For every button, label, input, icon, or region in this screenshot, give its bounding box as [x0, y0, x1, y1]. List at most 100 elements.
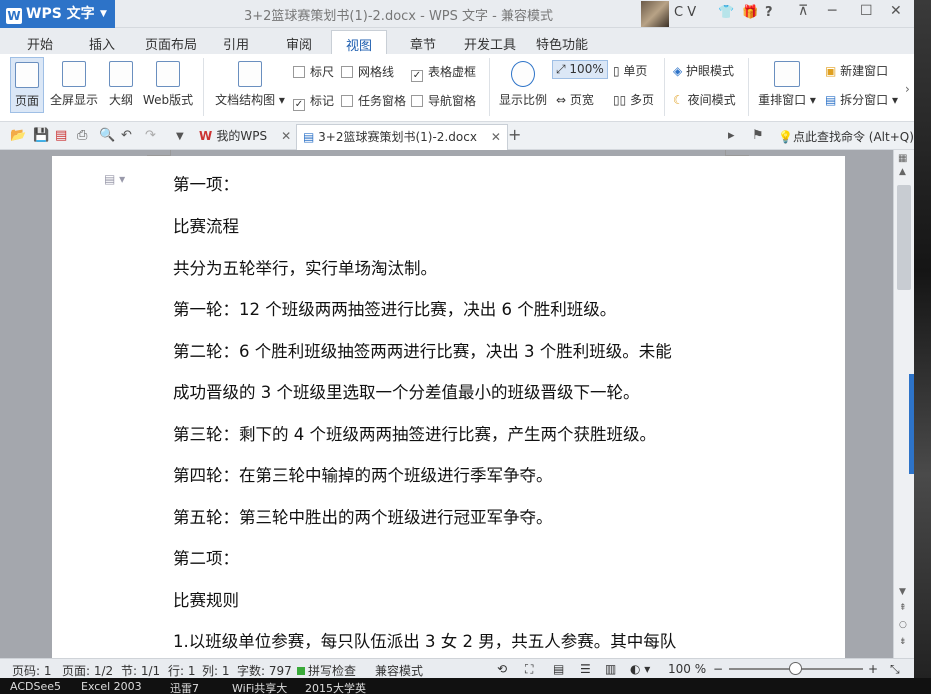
shirt-icon[interactable]: 👕: [718, 5, 734, 20]
close-tab-icon[interactable]: ✕: [281, 129, 291, 143]
tab-chapter[interactable]: 章节: [410, 34, 436, 53]
browse-object-icon[interactable]: ○: [899, 620, 907, 630]
help-icon[interactable]: ?: [765, 5, 773, 20]
status-page[interactable]: 页面: 1/2: [62, 662, 113, 679]
new-tab-icon[interactable]: +: [508, 125, 521, 144]
title-bar: W WPS 文字 ▼ 3+2篮球赛策划书(1)-2.docx - WPS 文字 - …: [0, 0, 914, 28]
doc-structure-button[interactable]: 文档结构图 ▾: [212, 57, 288, 113]
pin-icon[interactable]: ⚑: [752, 128, 764, 143]
document-page[interactable]: ▤ ▾ 第一项： 比赛流程 共分为五轮举行，实行单场淘汰制。 第一轮：12 个班…: [52, 150, 845, 658]
taskbar-item[interactable]: 迅雷7: [170, 680, 199, 694]
user-name[interactable]: C V: [674, 5, 696, 20]
fullscreen-small-icon[interactable]: ⛶: [525, 662, 533, 677]
eye-mode-button[interactable]: ◈ 护眼模式: [673, 62, 734, 79]
document-area: ▤ ▾ 第一项： 比赛流程 共分为五轮举行，实行单场淘汰制。 第一轮：12 个班…: [0, 150, 893, 658]
zoom-100-button[interactable]: ⤢ 100%: [552, 60, 608, 79]
page-view-button[interactable]: 页面: [10, 57, 44, 113]
zoom-slider-thumb[interactable]: [789, 662, 802, 675]
minimize-icon[interactable]: ─: [828, 3, 836, 19]
outline-small-icon[interactable]: ☰: [580, 662, 591, 676]
page-width-icon: ⇔: [556, 93, 570, 107]
chevron-down-icon: ▼: [100, 9, 107, 19]
web-view-small-icon[interactable]: ◐ ▾: [630, 662, 650, 676]
paragraph-menu-icon[interactable]: ▤ ▾: [104, 172, 125, 186]
avatar[interactable]: [641, 1, 669, 27]
status-page-no: 页码: 1: [12, 664, 52, 678]
paragraph: 第二项：: [173, 549, 239, 568]
tab-insert[interactable]: 插入: [89, 34, 115, 53]
zoom-out-icon[interactable]: −: [713, 662, 723, 676]
web-view-button[interactable]: Web版式: [140, 57, 196, 113]
page-width-button[interactable]: ⇔ 页宽: [556, 91, 594, 108]
arrange-windows-button[interactable]: 重排窗口 ▾: [756, 57, 818, 113]
table-gridlines-checkbox[interactable]: ✓ 表格虚框: [411, 63, 476, 82]
fullscreen-button[interactable]: 全屏显示: [48, 57, 100, 113]
scrollbar-thumb[interactable]: [897, 185, 911, 290]
tab-my-wps[interactable]: W 我的WPS ✕: [193, 124, 297, 150]
paragraph: 第五轮：第三轮中胜出的两个班级进行冠亚军争夺。: [173, 508, 553, 527]
nav-pane-checkbox[interactable]: 导航窗格: [411, 92, 476, 109]
read-mode-icon[interactable]: ▥: [605, 662, 616, 676]
one-page-button[interactable]: ▯ 单页: [613, 62, 647, 79]
print-icon[interactable]: ⎙: [77, 128, 87, 143]
undo-icon[interactable]: ↶: [121, 128, 132, 143]
spell-check-toggle[interactable]: 拼写检查: [297, 662, 356, 679]
scroll-down-icon[interactable]: ▼: [899, 587, 906, 597]
zoom-in-icon[interactable]: +: [868, 662, 878, 676]
marks-checkbox[interactable]: ✓ 标记: [293, 92, 334, 111]
ribbon-scroll-right-icon[interactable]: ›: [905, 82, 910, 96]
night-mode-button[interactable]: ☾ 夜间模式: [673, 91, 736, 108]
tab-developer[interactable]: 开发工具: [464, 34, 516, 53]
status-word-count[interactable]: 字数: 797: [237, 662, 292, 679]
prev-page-icon[interactable]: ⇞: [899, 603, 907, 613]
tab-special[interactable]: 特色功能: [536, 34, 588, 53]
taskbar-item[interactable]: 2015大学英: [305, 680, 366, 694]
qat-dropdown-icon[interactable]: ▼: [176, 131, 184, 142]
gift-icon[interactable]: 🎁: [742, 5, 758, 20]
ruler-toggle-icon[interactable]: ▦: [898, 153, 907, 164]
status-bar: 页码: 1 页面: 1/2 节: 1/1 行: 1 列: 1 字数: 797 拼…: [0, 658, 914, 678]
split-window-icon: ▤: [825, 93, 841, 107]
save-icon[interactable]: 💾: [33, 128, 49, 143]
task-pane-checkbox[interactable]: 任务窗格: [341, 92, 406, 109]
gridlines-checkbox[interactable]: 网格线: [341, 63, 394, 80]
page-view-small-icon[interactable]: ▤: [553, 662, 564, 676]
paragraph: 成功晋级的 3 个班级里选取一个分差值最小的班级晋级下一轮。: [173, 383, 640, 402]
tab-review[interactable]: 审阅: [286, 34, 312, 53]
split-window-button[interactable]: ▤ 拆分窗口 ▾: [825, 91, 898, 108]
restore-ribbon-icon[interactable]: ⊼: [798, 3, 808, 19]
checkbox-ruler: [293, 66, 305, 78]
command-search[interactable]: 💡点此查找命令 (Alt+Q): [778, 128, 914, 145]
tab-page-layout[interactable]: 页面布局: [145, 34, 197, 53]
taskbar-item[interactable]: Excel 2003: [81, 680, 142, 693]
tab-view[interactable]: 视图: [331, 30, 388, 55]
outline-button[interactable]: 大纲: [104, 57, 138, 113]
ribbon-tabs: 开始 插入 页面布局 引用 审阅 视图 章节 开发工具 特色功能: [0, 28, 914, 55]
close-icon[interactable]: ✕: [890, 3, 902, 19]
next-page-icon[interactable]: ⇟: [899, 637, 907, 647]
taskbar-item[interactable]: ACDSee5: [10, 680, 61, 693]
tab-home[interactable]: 开始: [27, 34, 53, 53]
tab-references[interactable]: 引用: [223, 34, 249, 53]
taskbar-item[interactable]: WiFi共享大: [232, 680, 287, 694]
ruler-checkbox[interactable]: 标尺: [293, 63, 334, 80]
share-icon[interactable]: ▸: [728, 128, 735, 143]
open-folder-icon[interactable]: 📂: [10, 128, 26, 143]
maximize-icon[interactable]: ☐: [860, 3, 873, 19]
zoom-percent[interactable]: 100 %: [668, 662, 706, 676]
tab-document[interactable]: ▤ 3+2篮球赛策划书(1)-2.docx ✕: [296, 124, 508, 150]
close-tab-icon[interactable]: ✕: [491, 130, 501, 144]
web-page-icon: [156, 61, 180, 87]
new-window-button[interactable]: ▣ 新建窗口: [825, 62, 888, 79]
expand-status-icon[interactable]: ⤡: [890, 662, 900, 677]
zoom-button[interactable]: 显示比例: [496, 57, 550, 113]
wps-app-button[interactable]: W WPS 文字 ▼: [0, 0, 115, 28]
revision-icon[interactable]: ⟲: [497, 662, 507, 676]
scroll-up-icon[interactable]: ▲: [899, 167, 906, 177]
checkbox-task-pane: [341, 95, 353, 107]
redo-icon[interactable]: ↷: [145, 128, 156, 143]
multi-page-button[interactable]: ▯▯ 多页: [613, 91, 654, 108]
export-pdf-icon[interactable]: ▤: [55, 128, 67, 143]
print-preview-icon[interactable]: 🔍: [99, 128, 115, 143]
window-title: 3+2篮球赛策划书(1)-2.docx - WPS 文字 - 兼容模式: [244, 9, 553, 24]
